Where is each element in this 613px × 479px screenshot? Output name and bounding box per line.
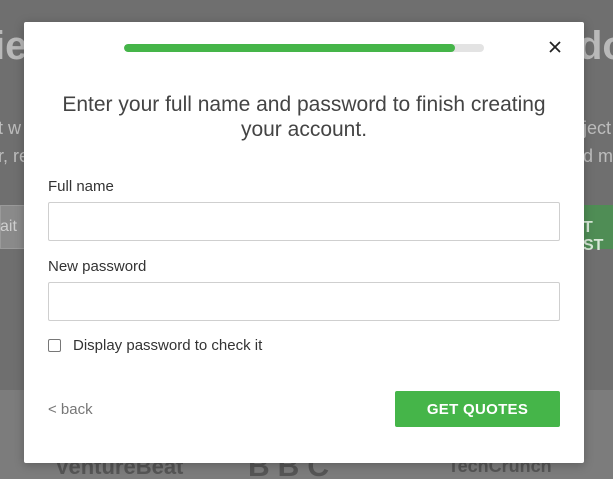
back-link[interactable]: < back <box>48 401 93 418</box>
signup-modal: Enter your full name and password to fin… <box>24 22 584 463</box>
background-input-placeholder: ait <box>0 218 17 235</box>
full-name-input[interactable] <box>48 202 560 241</box>
background-text-fragment: ject <box>583 118 612 138</box>
show-password-row: Display password to check it <box>48 337 262 354</box>
background-text-fragment: t w <box>0 118 22 138</box>
close-button[interactable] <box>546 38 564 56</box>
full-name-label: Full name <box>48 178 114 195</box>
background-start-label: T ST <box>583 219 604 254</box>
show-password-label[interactable]: Display password to check it <box>73 337 262 354</box>
progress-bar <box>124 44 484 52</box>
progress-fill <box>124 44 456 52</box>
show-password-checkbox[interactable] <box>48 339 61 352</box>
password-input[interactable] <box>48 282 560 321</box>
modal-title: Enter your full name and password to fin… <box>62 93 546 141</box>
get-quotes-button[interactable]: GET QUOTES <box>395 391 560 427</box>
password-label: New password <box>48 258 147 275</box>
background-text-fragment: d mo <box>583 146 613 166</box>
close-icon <box>546 38 564 56</box>
